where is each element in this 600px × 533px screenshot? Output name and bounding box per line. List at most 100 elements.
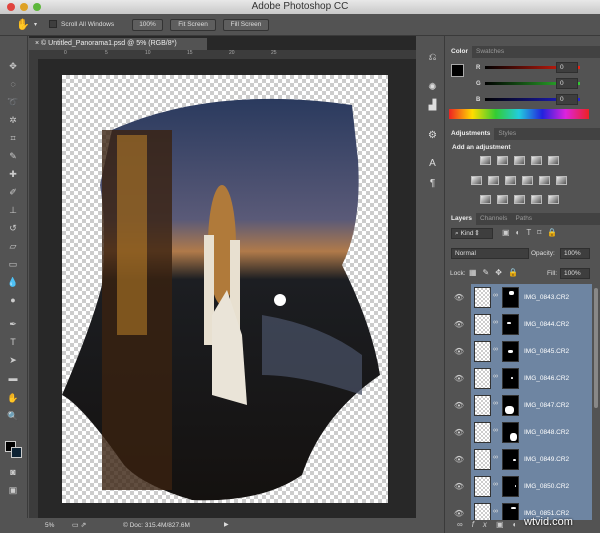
eraser-tool-icon[interactable]: ▱ (6, 240, 20, 252)
history-brush-tool-icon[interactable]: ↺ (6, 222, 20, 234)
channel-mixer-icon[interactable] (539, 176, 550, 185)
hand-tool-icon[interactable]: ✋ (16, 18, 30, 31)
visibility-eye-icon[interactable]: 👁 (447, 500, 471, 520)
visibility-eye-icon[interactable]: 👁 (447, 419, 471, 446)
pen-tool-icon[interactable]: ✒ (6, 318, 20, 330)
close-window-button[interactable] (7, 3, 15, 11)
layer-mask-thumbnail[interactable] (502, 503, 519, 520)
layer-mask-thumbnail[interactable] (502, 314, 519, 335)
gradient-map-icon[interactable] (548, 195, 559, 204)
properties-icon[interactable]: ⚙ (425, 130, 440, 144)
layer-row[interactable]: 👁 ∞ IMG_0847.CR2 (447, 392, 592, 419)
visibility-eye-icon[interactable]: 👁 (447, 446, 471, 473)
timeline-icon[interactable]: ▭ ⇗ (72, 518, 86, 533)
fill-input[interactable]: 100% (560, 268, 590, 279)
clone-stamp-tool-icon[interactable]: ⊥ (6, 204, 20, 216)
path-selection-tool-icon[interactable]: ➤ (6, 354, 20, 366)
background-color-swatch[interactable] (11, 447, 22, 458)
layers-scrollbar[interactable] (594, 288, 598, 408)
blur-tool-icon[interactable]: 💧 (6, 276, 20, 288)
scroll-all-windows-checkbox[interactable] (49, 20, 57, 28)
dodge-tool-icon[interactable]: ● (6, 294, 20, 306)
layer-mask-thumbnail[interactable] (502, 368, 519, 389)
layer-row[interactable]: 👁 ∞ IMG_0849.CR2 (447, 446, 592, 473)
move-tool-icon[interactable]: ✥ (6, 60, 20, 72)
character-icon[interactable]: A (425, 158, 440, 172)
fill-screen-button[interactable]: Fill Screen (223, 19, 269, 31)
selective-color-icon[interactable] (531, 195, 542, 204)
curves-icon[interactable] (514, 156, 525, 165)
quick-mask-icon[interactable]: ◙ (6, 466, 20, 478)
g-value-input[interactable]: 0 (556, 78, 578, 89)
visibility-eye-icon[interactable]: 👁 (447, 338, 471, 365)
fx-icon[interactable]: fx (472, 520, 496, 529)
zoom-tool-icon[interactable]: 🔍 (6, 410, 20, 422)
eyedropper-tool-icon[interactable]: ✎ (6, 150, 20, 162)
layer-mask-thumbnail[interactable] (502, 422, 519, 443)
tab-channels[interactable]: Channels (476, 213, 511, 225)
document-tab[interactable]: × © Untitled_Panorama1.psd @ 5% (RGB/8*) (29, 38, 207, 50)
zoom-level[interactable]: 5% (45, 518, 54, 533)
layer-row[interactable]: 👁 ∞ IMG_0845.CR2 (447, 338, 592, 365)
layer-row[interactable]: 👁 ∞ IMG_0850.CR2 (447, 473, 592, 500)
levels-icon[interactable] (497, 156, 508, 165)
hue-saturation-icon[interactable] (471, 176, 482, 185)
visibility-eye-icon[interactable]: 👁 (447, 284, 471, 311)
canvas[interactable] (62, 75, 388, 503)
navigator-icon[interactable]: ✺ (425, 82, 440, 96)
history-icon[interactable]: ⎌ (425, 52, 440, 66)
lasso-tool-icon[interactable]: ➰ (6, 96, 20, 108)
color-balance-icon[interactable] (488, 176, 499, 185)
visibility-eye-icon[interactable]: 👁 (447, 392, 471, 419)
black-white-icon[interactable] (505, 176, 516, 185)
minimize-window-button[interactable] (20, 3, 28, 11)
vibrance-icon[interactable] (548, 156, 559, 165)
b-value-input[interactable]: 0 (556, 94, 578, 105)
crop-tool-icon[interactable]: ⌗ (6, 132, 20, 144)
r-value-input[interactable]: 0 (556, 62, 578, 73)
type-tool-icon[interactable]: T (6, 336, 20, 348)
tab-swatches[interactable]: Swatches (472, 46, 508, 58)
layer-mask-thumbnail[interactable] (502, 476, 519, 497)
color-spectrum[interactable] (449, 109, 589, 119)
visibility-eye-icon[interactable]: 👁 (447, 365, 471, 392)
tab-styles[interactable]: Styles (494, 128, 520, 140)
layer-mask-thumbnail[interactable] (502, 449, 519, 470)
paragraph-icon[interactable]: ¶ (425, 178, 440, 192)
tab-paths[interactable]: Paths (511, 213, 536, 225)
layer-mask-thumbnail[interactable] (502, 395, 519, 416)
zoom-100-button[interactable]: 100% (132, 19, 163, 31)
fit-screen-button[interactable]: Fit Screen (170, 19, 216, 31)
tab-color[interactable]: Color (447, 46, 472, 58)
layer-mask-thumbnail[interactable] (502, 287, 519, 308)
invert-icon[interactable] (480, 195, 491, 204)
zoom-window-button[interactable] (33, 3, 41, 11)
histogram-icon[interactable]: ▟ (425, 100, 440, 114)
gradient-tool-icon[interactable]: ▭ (6, 258, 20, 270)
layer-row[interactable]: 👁 ∞ IMG_0843.CR2 (447, 284, 592, 311)
opacity-input[interactable]: 100% (560, 248, 590, 259)
posterize-icon[interactable] (497, 195, 508, 204)
link-layers-icon[interactable]: ∞ (457, 520, 472, 529)
layer-filter-icons[interactable]: ▣◐T⌑🔒 (502, 228, 563, 237)
foreground-color-chip[interactable] (451, 64, 464, 77)
magic-wand-tool-icon[interactable]: ✲ (6, 114, 20, 126)
tool-preset-chevron-icon[interactable]: ▾ (34, 21, 37, 28)
layer-filter-select[interactable]: ⌕ Kind ⇕ (451, 228, 493, 239)
visibility-eye-icon[interactable]: 👁 (447, 311, 471, 338)
color-lookup-icon[interactable] (556, 176, 567, 185)
tab-adjustments[interactable]: Adjustments (447, 128, 495, 140)
shape-tool-icon[interactable]: ▬ (6, 372, 20, 384)
brush-tool-icon[interactable]: ✐ (6, 186, 20, 198)
healing-brush-tool-icon[interactable]: ✚ (6, 168, 20, 180)
blend-mode-select[interactable]: Normal (451, 248, 529, 259)
layer-row[interactable]: 👁 ∞ IMG_0844.CR2 (447, 311, 592, 338)
marquee-tool-icon[interactable]: ◌ (6, 78, 20, 90)
threshold-icon[interactable] (514, 195, 525, 204)
screen-mode-icon[interactable]: ▣ (6, 484, 20, 496)
layer-row[interactable]: 👁 ∞ IMG_0848.CR2 (447, 419, 592, 446)
exposure-icon[interactable] (531, 156, 542, 165)
status-menu-arrow-icon[interactable]: ▶ (224, 518, 229, 533)
add-mask-icon[interactable]: ▣ (496, 520, 513, 529)
visibility-eye-icon[interactable]: 👁 (447, 473, 471, 500)
